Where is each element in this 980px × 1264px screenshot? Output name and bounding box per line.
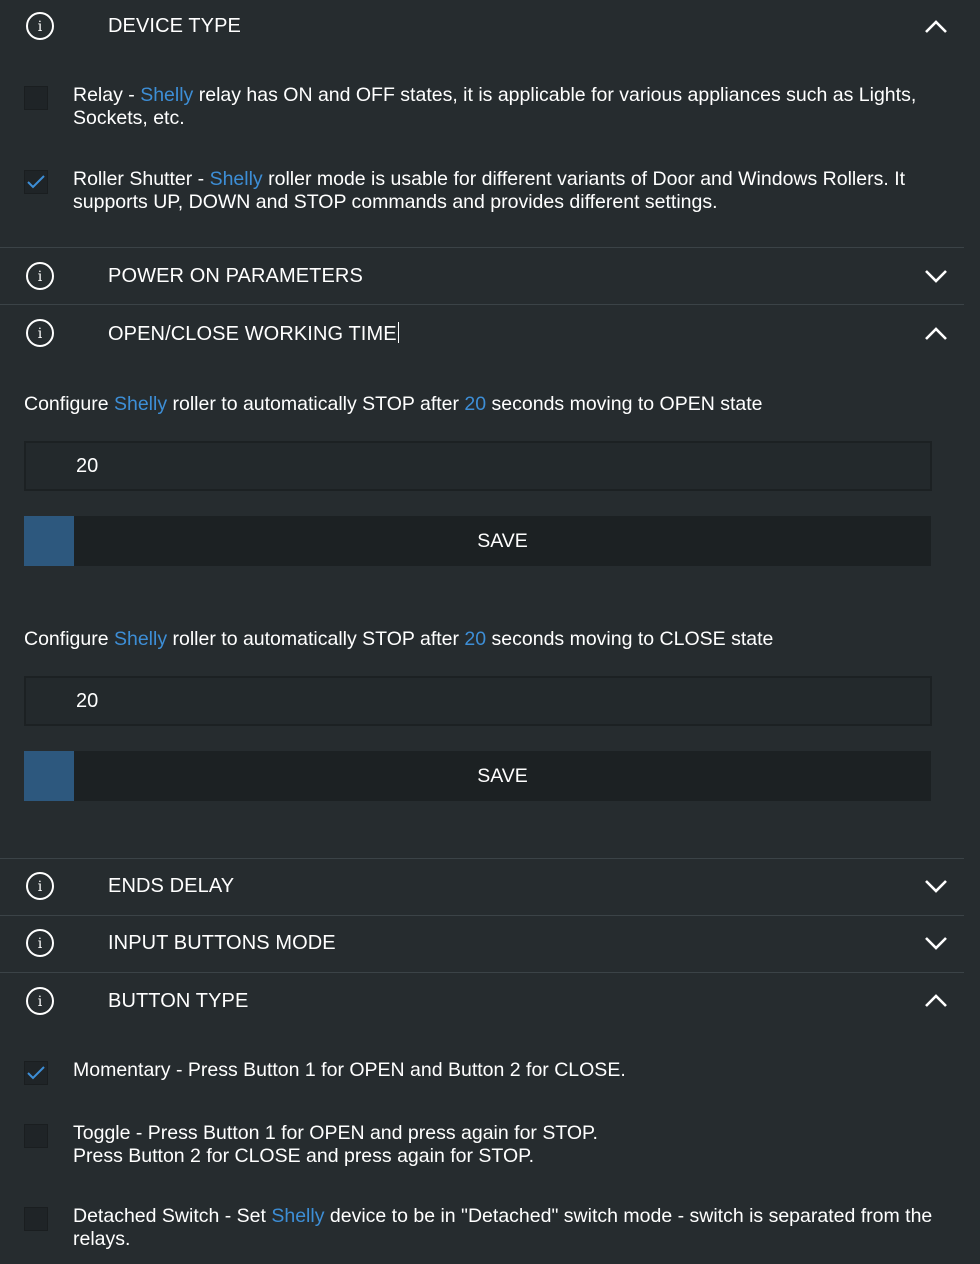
close-time-input[interactable] [24, 676, 932, 726]
svg-text:i: i [38, 879, 43, 895]
chevron-down-icon[interactable] [922, 933, 950, 953]
section-header-input-buttons-mode[interactable]: i INPUT BUTTONS MODE [0, 916, 964, 972]
section-title: DEVICE TYPE [108, 15, 241, 37]
close-time-save-button[interactable]: SAVE [24, 751, 931, 801]
svg-text:i: i [38, 936, 43, 952]
chevron-down-icon[interactable] [922, 876, 950, 896]
check-icon [27, 1066, 45, 1080]
open-time-description: Configure Shelly roller to automatically… [24, 393, 763, 415]
info-icon: i [26, 987, 54, 1015]
section-header-ends-delay[interactable]: i ENDS DELAY [0, 859, 964, 915]
info-icon: i [26, 872, 54, 900]
relay-checkbox[interactable] [24, 86, 48, 110]
option-momentary-label: Momentary - Press Button 1 for OPEN and … [73, 1059, 626, 1081]
section-title: POWER ON PARAMETERS [108, 265, 363, 287]
section-title: OPEN/CLOSE WORKING TIME [108, 322, 399, 345]
chevron-down-icon[interactable] [922, 266, 950, 286]
chevron-up-icon[interactable] [922, 991, 950, 1011]
open-time-input[interactable] [24, 441, 932, 491]
chevron-up-icon[interactable] [922, 324, 950, 344]
save-button-label: SAVE [477, 530, 528, 552]
save-button-accent [24, 516, 74, 566]
roller-shutter-checkbox[interactable] [24, 170, 48, 194]
save-button-label: SAVE [477, 765, 528, 787]
svg-text:i: i [38, 326, 43, 342]
svg-text:i: i [38, 269, 43, 285]
section-header-device-type[interactable]: i DEVICE TYPE [0, 0, 964, 56]
info-icon: i [26, 319, 54, 347]
close-time-description: Configure Shelly roller to automatically… [24, 628, 774, 650]
momentary-checkbox[interactable] [24, 1061, 48, 1085]
section-header-button-type[interactable]: i BUTTON TYPE [0, 973, 964, 1029]
section-title: BUTTON TYPE [108, 990, 249, 1012]
check-icon [27, 175, 45, 189]
text-caret [397, 322, 399, 343]
section-header-power-on[interactable]: i POWER ON PARAMETERS [0, 248, 964, 304]
option-toggle-label: Toggle - Press Button 1 for OPEN and pre… [73, 1122, 598, 1167]
svg-text:i: i [38, 994, 43, 1010]
section-header-open-close-time[interactable]: i OPEN/CLOSE WORKING TIME [0, 305, 964, 361]
info-icon: i [26, 262, 54, 290]
info-icon: i [26, 929, 54, 957]
open-time-save-button[interactable]: SAVE [24, 516, 931, 566]
chevron-up-icon[interactable] [922, 17, 950, 37]
option-relay-label: Relay - Shelly relay has ON and OFF stat… [73, 84, 917, 129]
settings-page: i DEVICE TYPE Relay - Shelly relay has O… [0, 0, 980, 1264]
option-detached-switch-label: Detached Switch - Set Shelly device to b… [73, 1205, 933, 1250]
detached-switch-checkbox[interactable] [24, 1207, 48, 1231]
section-title: ENDS DELAY [108, 875, 235, 897]
option-roller-shutter-label: Roller Shutter - Shelly roller mode is u… [73, 168, 906, 213]
toggle-checkbox[interactable] [24, 1124, 48, 1148]
svg-text:i: i [38, 19, 43, 35]
section-title: INPUT BUTTONS MODE [108, 932, 336, 954]
info-icon: i [26, 12, 54, 40]
save-button-accent [24, 751, 74, 801]
